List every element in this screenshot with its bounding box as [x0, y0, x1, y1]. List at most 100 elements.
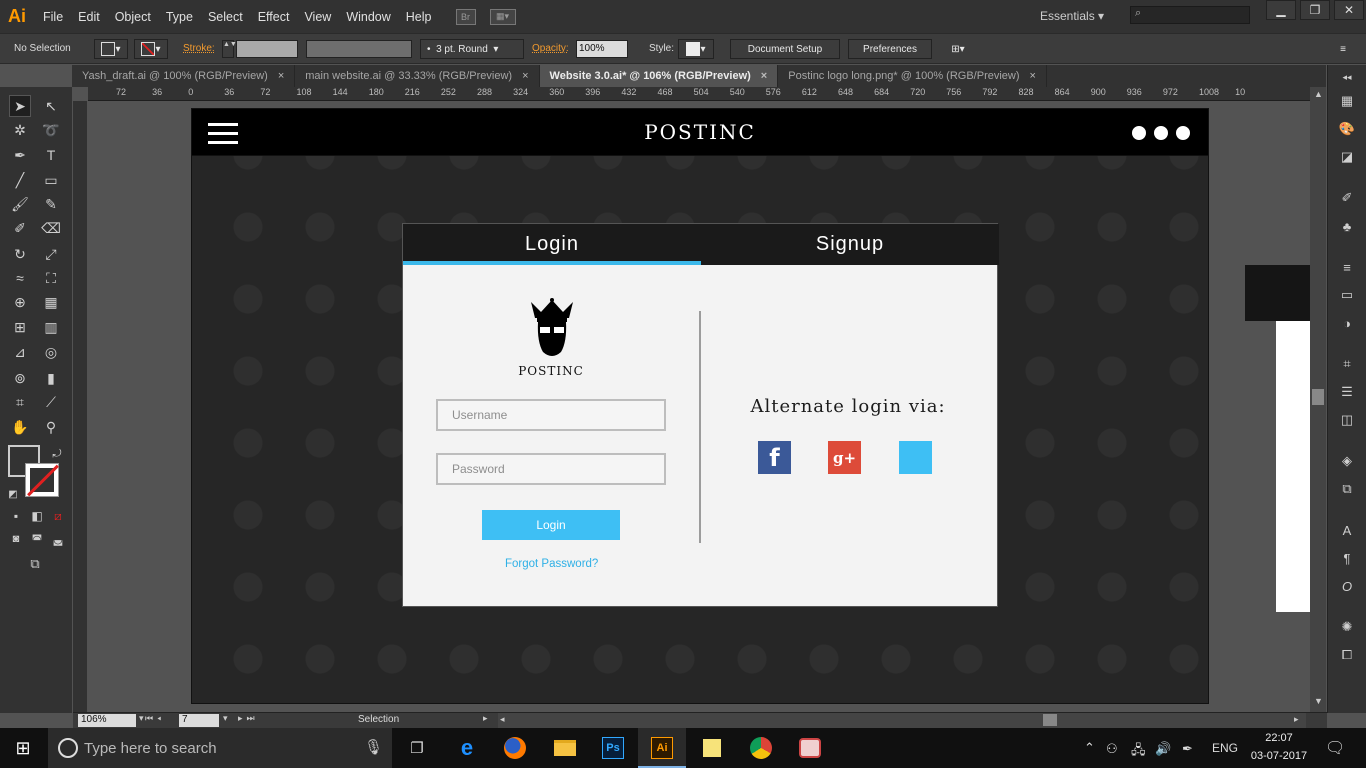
type-tool-icon[interactable]: T — [40, 144, 62, 166]
language-indicator[interactable]: ENG — [1212, 741, 1238, 755]
brush-definition-dropdown[interactable]: • 3 pt. Round ▾ — [420, 39, 524, 59]
pencil-icon[interactable]: ✎ — [40, 193, 62, 215]
document-setup-button[interactable]: Document Setup — [730, 39, 840, 59]
login-button[interactable]: Login — [482, 510, 620, 540]
menu-object[interactable]: Object — [109, 10, 157, 24]
next-last-artboard-icon[interactable]: ▾ ▸⏭ — [223, 713, 259, 724]
sticky-notes-icon[interactable] — [697, 733, 727, 763]
minimize-button[interactable]: ▁ — [1266, 0, 1296, 20]
tab-signup[interactable]: Signup — [701, 224, 999, 265]
eraser-icon[interactable]: ⌫ — [40, 217, 62, 239]
direct-selection-tool-icon[interactable]: ↖ — [40, 95, 62, 117]
help-search-input[interactable]: ⌕ — [1130, 6, 1250, 24]
preferences-button[interactable]: Preferences — [848, 39, 932, 59]
graph-tool-icon[interactable]: ▮ — [40, 367, 62, 389]
menu-window[interactable]: Window — [340, 10, 396, 24]
lasso-icon[interactable]: ➰ — [40, 119, 62, 141]
chrome-icon[interactable] — [746, 733, 776, 763]
scroll-thumb[interactable] — [1312, 389, 1324, 405]
clock-time[interactable]: 22:07 — [1252, 732, 1306, 744]
zoom-level-input[interactable]: 106% — [78, 714, 136, 727]
zoom-tool-icon[interactable]: ⚲ — [40, 416, 62, 438]
first-prev-artboard-icon[interactable]: ⏮◂ — [145, 713, 165, 724]
tab-main-website[interactable]: main website.ai @ 33.33% (RGB/Preview) × — [295, 65, 540, 87]
menu-file[interactable]: File — [37, 10, 69, 24]
photoshop-icon[interactable]: Ps — [598, 733, 628, 763]
perspective-grid-icon[interactable]: ▦ — [40, 291, 62, 313]
vertical-scrollbar[interactable]: ▲ ▼ — [1310, 87, 1326, 712]
windows-start-icon[interactable]: ⊞ — [8, 733, 38, 763]
magic-wand-icon[interactable]: ✲ — [9, 119, 31, 141]
close-tab-icon[interactable]: × — [761, 70, 767, 82]
menu-type[interactable]: Type — [160, 10, 199, 24]
transparency-panel-icon[interactable]: ◑ — [1337, 314, 1357, 332]
shape-builder-icon[interactable]: ⊕ — [9, 291, 31, 313]
eyedropper-icon[interactable]: ⊿ — [9, 341, 31, 363]
transform-panel-icon[interactable]: ⌗ — [1337, 355, 1357, 373]
menu-help[interactable]: Help — [400, 10, 438, 24]
stroke-swatch[interactable]: ▾ — [134, 39, 168, 59]
rectangle-tool-icon[interactable]: ▭ — [40, 169, 62, 191]
swatches-panel-icon[interactable]: ▦ — [1337, 92, 1357, 110]
menu-view[interactable]: View — [298, 10, 337, 24]
menu-effect[interactable]: Effect — [252, 10, 296, 24]
status-menu-icon[interactable]: ▸ — [483, 713, 488, 724]
artboard-tool-icon[interactable]: ⌗ — [9, 391, 31, 413]
paintbrush-icon[interactable]: 🖌 — [9, 193, 31, 215]
restore-button[interactable]: ❐ — [1300, 0, 1330, 20]
blend-tool-icon[interactable]: ◎ — [40, 341, 62, 363]
gradient-mode-icon[interactable]: ◧ — [26, 505, 48, 527]
more-dot-icon[interactable] — [1132, 126, 1146, 140]
file-explorer-icon[interactable] — [550, 733, 580, 763]
horizontal-scrollbar[interactable]: ◂ ▸ — [498, 713, 1306, 728]
draw-normal-icon[interactable]: ◙ — [5, 528, 27, 550]
opacity-input[interactable]: 100% — [576, 40, 628, 58]
artboard[interactable]: POSTINC Login Signup POSTINC Username Pa… — [191, 108, 1209, 704]
artboards-panel-icon[interactable]: ⧉ — [1337, 480, 1357, 498]
facebook-icon[interactable]: f — [758, 441, 791, 474]
zoom-dropdown-icon[interactable]: ▾ — [139, 713, 144, 724]
microphone-icon[interactable]: 🎙 — [364, 738, 383, 756]
artboard-number-input[interactable]: 7 — [179, 714, 219, 727]
stroke-color-swatch[interactable] — [25, 463, 59, 497]
volume-icon[interactable]: 🔊 — [1155, 741, 1171, 757]
h-scroll-thumb[interactable] — [1043, 714, 1057, 726]
default-colors-icon[interactable]: ◩ — [2, 483, 24, 505]
fill-swatch[interactable]: ▾ — [94, 39, 128, 59]
gradient-tool-icon[interactable]: ▥ — [40, 316, 62, 338]
mesh-tool-icon[interactable]: ⊞ — [9, 316, 31, 338]
align-panel-icon[interactable]: ☰ — [1337, 383, 1357, 401]
tab-yash-draft[interactable]: Yash_draft.ai @ 100% (RGB/Preview) × — [72, 65, 296, 87]
twitter-icon[interactable] — [899, 441, 932, 474]
tab-postinc-logo[interactable]: Postinc logo long.png* @ 100% (RGB/Previ… — [778, 65, 1047, 87]
symbol-sprayer-icon[interactable]: ⊚ — [9, 367, 31, 389]
network-icon[interactable]: 🖧 — [1131, 741, 1146, 763]
collapse-dock-icon[interactable]: ◂◂ — [1337, 68, 1357, 86]
edge-browser-icon[interactable]: e — [452, 733, 482, 763]
close-button[interactable]: ✕ — [1334, 0, 1364, 20]
username-input[interactable]: Username — [436, 399, 666, 431]
slice-tool-icon[interactable]: ⟋ — [40, 391, 62, 413]
more-dot-icon[interactable] — [1154, 126, 1168, 140]
clock-date[interactable]: 03-07-2017 — [1248, 750, 1310, 762]
close-tab-icon[interactable]: × — [1030, 70, 1036, 82]
scroll-up-icon[interactable]: ▲ — [1314, 89, 1323, 99]
stroke-weight-stepper[interactable]: ▲▼ — [222, 40, 237, 58]
character-panel-icon[interactable]: A — [1337, 521, 1357, 539]
arrange-icon[interactable]: ⊞▾ — [940, 39, 976, 59]
tab-login[interactable]: Login — [403, 224, 701, 265]
line-tool-icon[interactable]: ╱ — [9, 169, 31, 191]
pathfinder-panel-icon[interactable]: ◫ — [1337, 411, 1357, 429]
tray-overflow-icon[interactable]: ⌃ — [1084, 740, 1095, 756]
bridge-icon[interactable]: Br — [455, 8, 476, 25]
gradient-panel-icon[interactable]: ▭ — [1337, 286, 1357, 304]
color-guide-icon[interactable]: ◪ — [1337, 148, 1357, 166]
draw-behind-icon[interactable]: ◚ — [26, 528, 48, 550]
menu-select[interactable]: Select — [202, 10, 249, 24]
forgot-password-link[interactable]: Forgot Password? — [505, 558, 598, 570]
symbols-panel-icon[interactable]: ♣ — [1337, 217, 1357, 235]
width-tool-icon[interactable]: ≈ — [9, 267, 31, 289]
appearance-panel-icon[interactable]: ✺ — [1337, 618, 1357, 636]
people-icon[interactable]: ⚇ — [1106, 741, 1118, 757]
free-transform-icon[interactable]: ⛶ — [40, 267, 62, 289]
